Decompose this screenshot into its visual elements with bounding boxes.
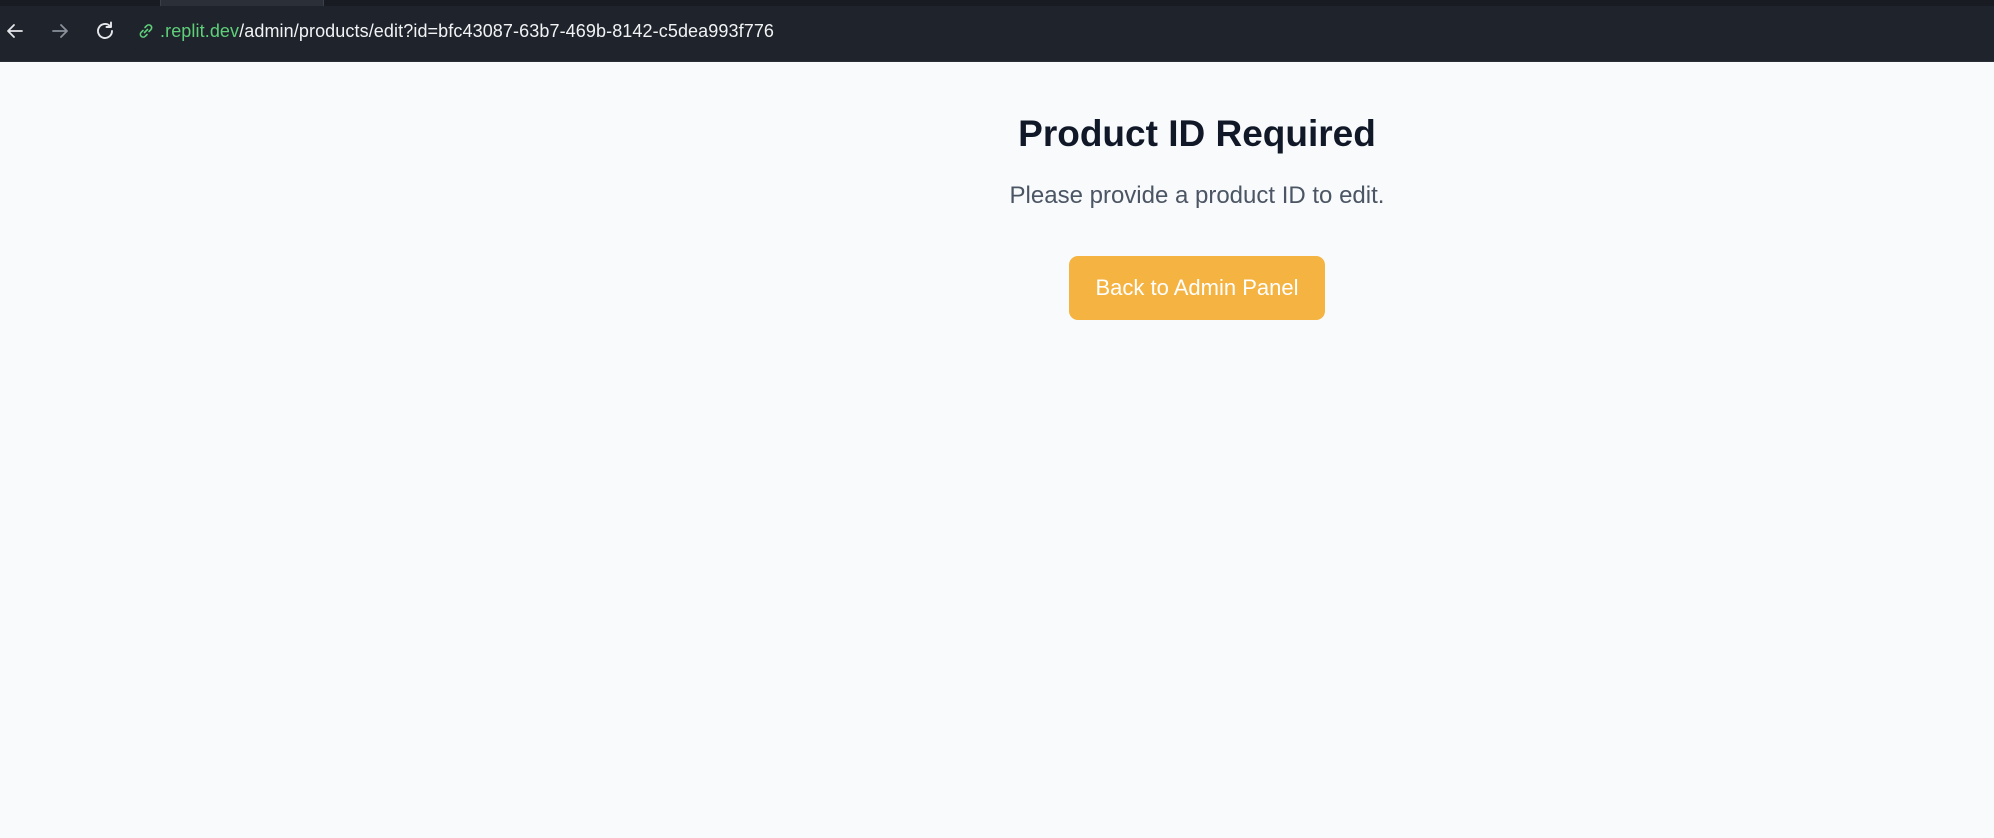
arrow-right-icon bbox=[50, 21, 70, 41]
link-icon bbox=[136, 21, 156, 41]
reload-button[interactable] bbox=[88, 14, 122, 48]
error-message: Please provide a product ID to edit. bbox=[1009, 182, 1385, 210]
url-domain: .replit.dev bbox=[160, 20, 240, 41]
page-body: Product ID Required Please provide a pro… bbox=[0, 62, 1994, 838]
back-button[interactable] bbox=[0, 14, 32, 48]
url-path: /admin/products/edit?id=bfc43087-63b7-46… bbox=[239, 20, 775, 41]
forward-button[interactable] bbox=[43, 14, 77, 48]
back-to-admin-button[interactable]: Back to Admin Panel bbox=[1069, 255, 1325, 320]
arrow-left-icon bbox=[5, 21, 25, 41]
active-tab[interactable] bbox=[160, 0, 324, 6]
error-panel: Product ID Required Please provide a pro… bbox=[897, 112, 1497, 320]
address-bar[interactable]: .replit.dev/admin/products/edit?id=bfc43… bbox=[130, 12, 1990, 50]
url-text[interactable]: .replit.dev/admin/products/edit?id=bfc43… bbox=[160, 21, 774, 42]
browser-toolbar: .replit.dev/admin/products/edit?id=bfc43… bbox=[0, 0, 1994, 62]
reload-icon bbox=[93, 19, 117, 43]
page-title: Product ID Required bbox=[1018, 113, 1376, 154]
